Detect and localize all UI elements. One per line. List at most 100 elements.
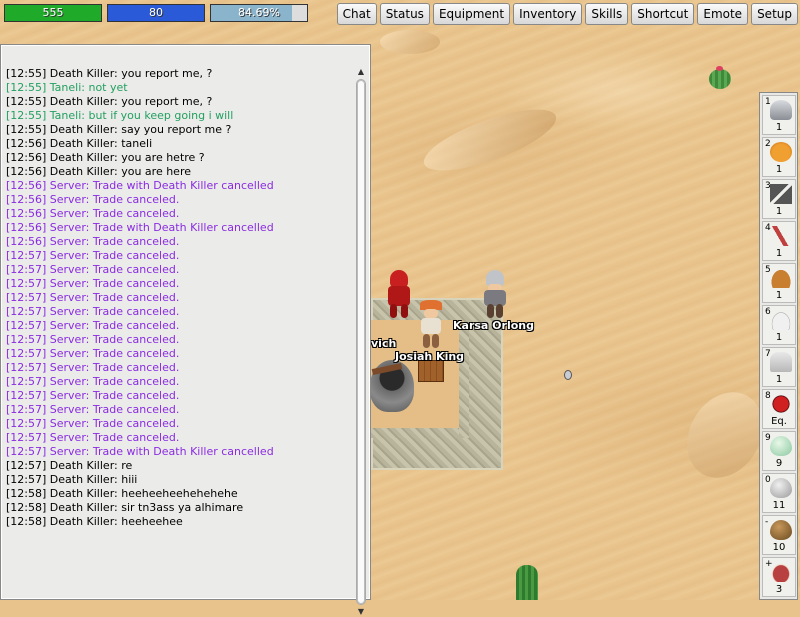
chat-message: [12:55] Taneli: not yet <box>6 81 128 94</box>
chat-message: [12:57] Server: Trade canceled. <box>6 263 180 276</box>
chat-message: [12:57] Server: Trade canceled. <box>6 375 180 388</box>
shortcut-key-label: 2 <box>765 139 771 149</box>
shortcut-slot-8[interactable]: 8 Eq. <box>762 389 796 429</box>
tall-cactus-icon[interactable] <box>516 565 538 600</box>
crate-icon[interactable] <box>418 360 444 382</box>
item-drop-icon[interactable] <box>564 370 572 380</box>
demon-mask-icon <box>770 394 792 414</box>
mp-bar: 80 <box>107 4 205 22</box>
chat-window[interactable]: [12:55] Death Killer: you report me, ? [1… <box>0 44 371 616</box>
shortcut-key-label: 8 <box>765 391 771 401</box>
shortcut-count: 1 <box>775 332 783 343</box>
meat-icon <box>770 562 792 582</box>
grey-egg-icon <box>770 478 792 498</box>
chat-message: [12:55] Death Killer: you report me, ? <box>6 95 213 108</box>
chat-message: [12:57] Server: Trade canceled. <box>6 319 180 332</box>
shortcut-slot-6[interactable]: 61 <box>762 305 796 345</box>
chat-message: [12:57] Server: Trade canceled. <box>6 277 180 290</box>
chat-message: [12:57] Server: Trade canceled. <box>6 249 180 262</box>
cloak-icon <box>770 352 792 372</box>
cap-icon <box>770 310 792 330</box>
demon-character[interactable] <box>386 270 412 318</box>
xp-bar: 84.69% <box>210 4 308 22</box>
chat-message: [12:57] Death Killer: re <box>6 459 133 472</box>
player-name-label[interactable]: Josiah King <box>395 350 464 363</box>
inventory-button[interactable]: Inventory <box>513 3 583 25</box>
chat-message: [12:58] Death Killer: sir tn3ass ya alhi… <box>6 501 244 514</box>
cactus-icon[interactable] <box>709 69 731 89</box>
chat-message: [12:57] Server: Trade canceled. <box>6 403 180 416</box>
shortcut-slot-9[interactable]: 99 <box>762 431 796 471</box>
chat-scrollbar[interactable]: ▲ ▼ <box>355 67 367 617</box>
mp-value: 80 <box>149 6 163 19</box>
shortcut-count: 10 <box>772 542 786 553</box>
setup-button[interactable]: Setup <box>751 3 798 25</box>
shortcut-slot-2[interactable]: 21 <box>762 137 796 177</box>
chat-message: [12:56] Server: Trade with Death Killer … <box>6 179 274 192</box>
shortcut-key-label: 7 <box>765 349 771 359</box>
chat-message: [12:57] Server: Trade canceled. <box>6 431 180 444</box>
shortcut-slot-0[interactable]: 0 11 <box>762 473 796 513</box>
cactus-flower-icon <box>716 66 723 71</box>
status-button[interactable]: Status <box>379 3 430 25</box>
sand-dune <box>417 97 563 183</box>
shortcut-count: 1 <box>775 122 783 133</box>
stone-path <box>371 428 469 438</box>
stone-path <box>459 330 469 438</box>
chat-message: [12:57] Server: Trade canceled. <box>6 347 180 360</box>
shortcut-key-label: 9 <box>765 433 771 443</box>
chat-message: [12:57] Death Killer: hiii <box>6 473 138 486</box>
equipment-button[interactable]: Equipment <box>432 3 511 25</box>
shortcut-key-label: 3 <box>765 181 771 191</box>
feather-icon <box>770 226 792 246</box>
xp-value: 84.69% <box>238 6 280 19</box>
player-name-label[interactable]: vich <box>371 337 396 350</box>
shortcut-bar: 1 1 2 1 3 1 4 1 5 1 6 1 7 1 8 Eq. 9 9 0 11-10 +3 <box>759 92 798 600</box>
hp-value: 555 <box>42 6 64 19</box>
shortcut-count: Eq. <box>771 416 787 427</box>
shortcut-slot-5[interactable]: 51 <box>762 263 796 303</box>
hat-icon <box>770 268 792 288</box>
chat-button[interactable]: Chat <box>336 3 377 25</box>
shortcut-slot-1[interactable]: 11 <box>762 95 796 135</box>
chat-message: [12:57] Server: Trade canceled. <box>6 333 180 346</box>
shortcut-count: 1 <box>775 164 783 175</box>
emote-button[interactable]: Emote <box>697 3 749 25</box>
shortcut-slot-+[interactable]: +3 <box>762 557 796 597</box>
shortcut-slot-7[interactable]: 71 <box>762 347 796 387</box>
pumpkin-icon <box>770 142 792 162</box>
shortcut-count: 3 <box>775 584 783 595</box>
player-character[interactable] <box>418 300 444 350</box>
shortcut-key-label: 5 <box>765 265 771 275</box>
scroll-track[interactable] <box>356 79 366 605</box>
chat-message: [12:55] Taneli: but if you keep going i … <box>6 109 234 122</box>
shortcut-key-label: 6 <box>765 307 771 317</box>
scroll-thumb[interactable] <box>357 80 365 604</box>
scroll-down-icon[interactable]: ▼ <box>355 607 367 617</box>
shortcut-count: 1 <box>775 248 783 259</box>
bat-wings-icon <box>770 184 792 204</box>
brown-egg-icon <box>770 520 792 540</box>
chat-message: [12:58] Death Killer: heeheeheehehehehe <box>6 487 238 500</box>
chat-message: [12:55] Death Killer: you report me, ? <box>6 67 213 80</box>
chat-message: [12:58] Death Killer: heeheehee <box>6 515 183 528</box>
chat-message: [12:57] Server: Trade canceled. <box>6 389 180 402</box>
shortcut-slot-3[interactable]: 31 <box>762 179 796 219</box>
skills-button[interactable]: Skills <box>585 3 629 25</box>
chat-message: [12:56] Death Killer: taneli <box>6 137 153 150</box>
main-menu: Chat Status Equipment Inventory Skills S… <box>336 3 798 25</box>
player-character[interactable] <box>482 270 508 318</box>
shortcut-count: 11 <box>772 500 786 511</box>
shortcut-button[interactable]: Shortcut <box>631 3 695 25</box>
chat-message: [12:56] Death Killer: you are hetre ? <box>6 151 205 164</box>
player-name-label[interactable]: Karsa Orlong <box>453 319 534 332</box>
shortcut-count: 1 <box>775 206 783 217</box>
shortcut-slot--[interactable]: - 10 <box>762 515 796 555</box>
helmet-icon <box>770 100 792 120</box>
chat-message: [12:56] Server: Trade canceled. <box>6 235 180 248</box>
shortcut-key-label: + <box>765 559 773 569</box>
shortcut-slot-4[interactable]: 41 <box>762 221 796 261</box>
scroll-up-icon[interactable]: ▲ <box>355 67 367 77</box>
shortcut-count: 1 <box>775 374 783 385</box>
chat-message: [12:57] Server: Trade canceled. <box>6 417 180 430</box>
